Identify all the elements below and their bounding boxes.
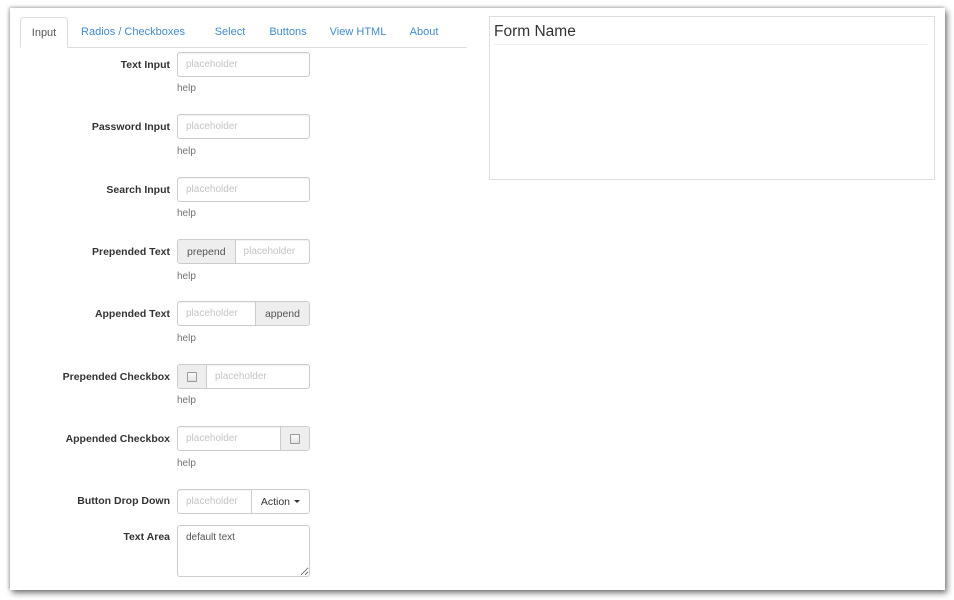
checkbox[interactable] xyxy=(290,433,300,444)
append-checkbox-addon xyxy=(280,427,309,450)
prepended-text-field[interactable] xyxy=(235,240,309,263)
component-tabs: Input Radios / Checkboxes Select Buttons… xyxy=(20,17,467,48)
search-input-help: help xyxy=(177,208,196,219)
checkbox[interactable] xyxy=(187,371,197,382)
action-dropdown-button[interactable]: Action xyxy=(250,490,309,513)
appended-checkbox-label: Appended Checkbox xyxy=(65,433,170,445)
caret-down-icon xyxy=(294,500,300,503)
text-area[interactable]: default text xyxy=(177,525,310,577)
form-name-legend[interactable]: Form Name xyxy=(494,23,928,45)
button-dropdown-field[interactable] xyxy=(178,490,251,513)
password-input-field[interactable] xyxy=(178,115,309,138)
search-input[interactable] xyxy=(177,177,310,202)
text-input-help: help xyxy=(177,83,196,94)
prepended-text-help: help xyxy=(177,271,196,282)
tab-about[interactable]: About xyxy=(402,17,446,47)
action-button-label: Action xyxy=(260,495,290,508)
prepended-checkbox-help: help xyxy=(177,395,196,406)
search-input-field[interactable] xyxy=(178,178,309,201)
tab-input[interactable]: Input xyxy=(20,17,68,48)
appended-text-input-group: append xyxy=(177,301,310,326)
prepend-checkbox-addon xyxy=(178,365,207,388)
tab-select[interactable]: Select xyxy=(206,17,254,47)
appended-checkbox-input-group xyxy=(177,426,310,451)
password-input-help: help xyxy=(177,146,196,157)
app-window: Input Radios / Checkboxes Select Buttons… xyxy=(10,8,945,590)
form-preview-panel: Form Name xyxy=(489,16,935,180)
appended-text-field[interactable] xyxy=(178,302,255,325)
tab-buttons[interactable]: Buttons xyxy=(262,17,314,47)
prepend-addon: prepend xyxy=(178,240,236,263)
prepended-text-input-group: prepend xyxy=(177,239,310,264)
append-addon: append xyxy=(254,302,309,325)
text-input[interactable] xyxy=(177,52,310,77)
text-input-field[interactable] xyxy=(178,53,309,76)
prepended-checkbox-label: Prepended Checkbox xyxy=(62,371,170,383)
button-dropdown-input-group: Action xyxy=(177,489,310,514)
appended-text-help: help xyxy=(177,333,196,344)
password-input[interactable] xyxy=(177,114,310,139)
prepended-checkbox-field[interactable] xyxy=(207,365,309,388)
appended-checkbox-help: help xyxy=(177,458,196,469)
text-input-label: Text Input xyxy=(120,59,170,71)
tab-radios-checkboxes[interactable]: Radios / Checkboxes xyxy=(78,17,188,47)
prepended-text-label: Prepended Text xyxy=(92,246,170,258)
appended-checkbox-field[interactable] xyxy=(178,427,280,450)
button-dropdown-label: Button Drop Down xyxy=(77,495,170,507)
prepended-checkbox-input-group xyxy=(177,364,310,389)
appended-text-label: Appended Text xyxy=(94,308,170,320)
text-area-label: Text Area xyxy=(123,531,170,543)
password-input-label: Password Input xyxy=(91,121,170,133)
tab-view-html[interactable]: View HTML xyxy=(326,17,390,47)
search-input-label: Search Input xyxy=(106,184,170,196)
